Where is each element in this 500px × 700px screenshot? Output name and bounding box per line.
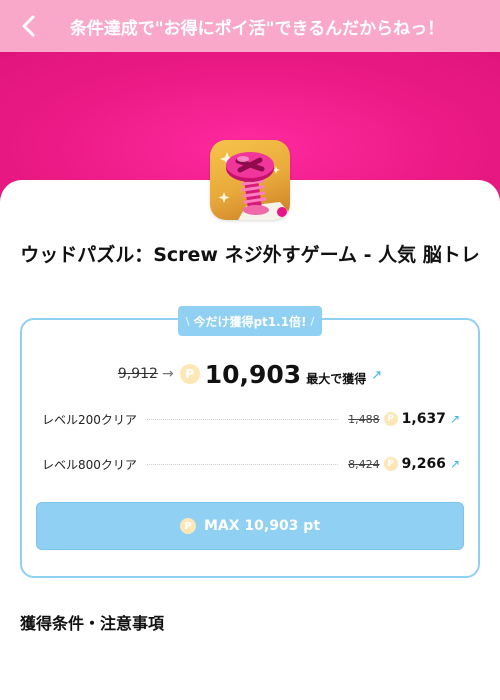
max-earn-label: 最大で獲得 xyxy=(306,371,367,386)
banner-deco-right: / xyxy=(310,314,315,328)
header-title: 条件達成で"お得にポイ活"できるんだからねっ！ xyxy=(69,18,445,39)
level-row: レベル800クリア 8,424 P 9,266 ↗ xyxy=(42,453,460,475)
old-total-points: 9,912 xyxy=(117,366,158,382)
app-icon xyxy=(210,140,290,220)
back-button[interactable] xyxy=(16,12,42,40)
max-points-button-label: MAX 10,903 pt xyxy=(203,518,321,534)
point-coin-icon: P xyxy=(179,518,196,534)
level-label: レベル800クリア xyxy=(42,457,137,472)
point-coin-icon: P xyxy=(179,364,200,384)
total-points-row: 9,912 → P 10,903 最大で獲得 ↗ xyxy=(20,356,480,392)
banner-deco-left: \ xyxy=(185,314,190,328)
dotted-leader xyxy=(146,463,339,465)
conditions-section-title: 獲得条件・注意事項 xyxy=(20,614,165,633)
arrow-up-right-icon[interactable]: ↗ xyxy=(450,412,460,426)
chevron-left-icon xyxy=(22,15,35,37)
point-coin-icon: P xyxy=(383,412,398,426)
level-row: レベル200クリア 1,488 P 1,637 ↗ xyxy=(42,408,460,430)
header-bar: 条件達成で"お得にポイ活"できるんだからねっ！ xyxy=(0,0,500,52)
level-new-points: 9,266 xyxy=(401,456,446,472)
bonus-banner: \ 今だけ獲得pt1.1倍! / xyxy=(178,306,322,336)
arrow-right-icon: → xyxy=(161,366,174,382)
point-coin-icon: P xyxy=(383,457,398,471)
level-label: レベル200クリア xyxy=(42,412,137,427)
max-points-button[interactable]: P MAX 10,903 pt xyxy=(36,502,464,550)
level-new-points: 1,637 xyxy=(401,411,446,427)
banner-text: 今だけ獲得pt1.1倍! xyxy=(193,314,307,329)
level-old-points: 1,488 xyxy=(348,412,380,426)
app-title: ウッドパズル：Screw ネジ外すゲーム - 人気 脳トレ xyxy=(20,244,480,266)
dotted-leader xyxy=(146,418,339,420)
new-total-points: 10,903 xyxy=(204,359,302,389)
arrow-up-right-icon[interactable]: ↗ xyxy=(450,457,460,471)
arrow-up-right-icon[interactable]: ↗ xyxy=(371,368,382,383)
level-old-points: 8,424 xyxy=(348,457,380,471)
